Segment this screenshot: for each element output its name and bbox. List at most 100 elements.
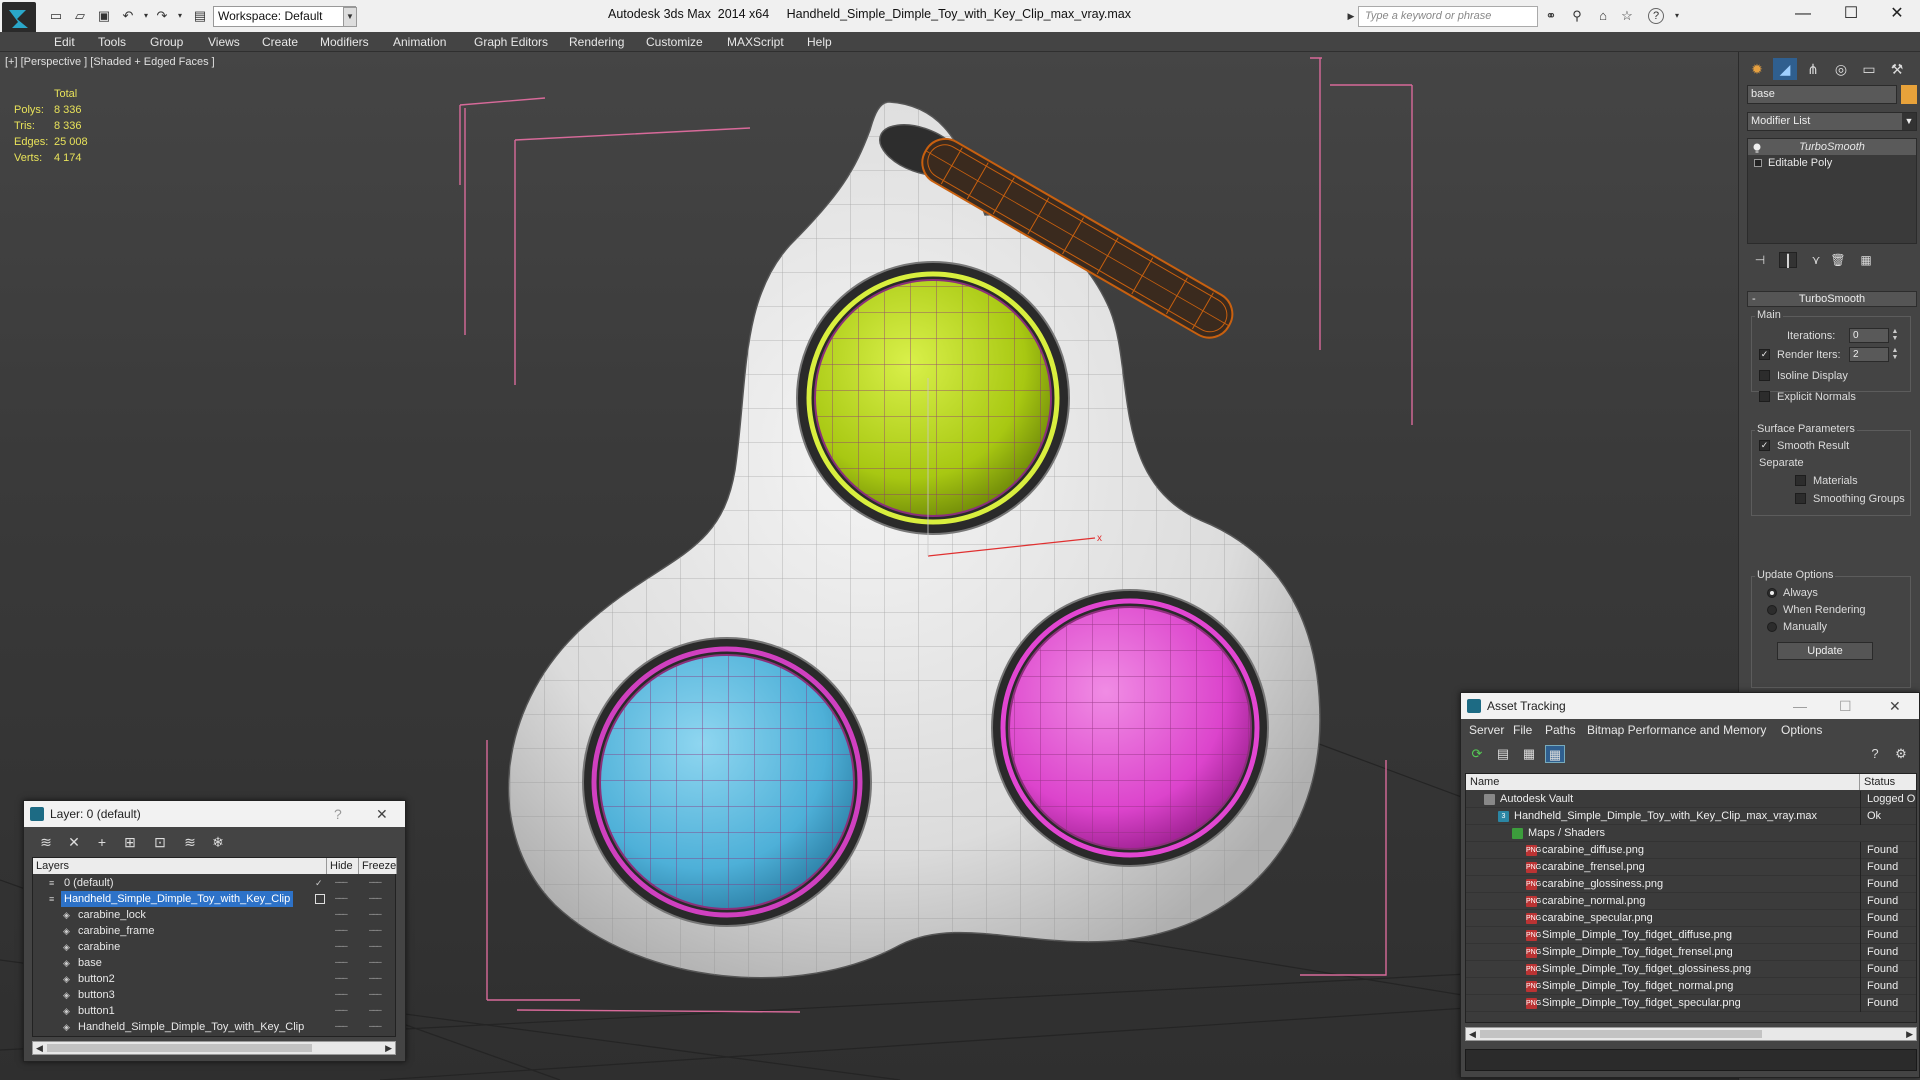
create-layer-icon[interactable]: ≋ xyxy=(36,833,56,851)
settings-icon[interactable]: ⚙ xyxy=(1891,745,1911,763)
new-file-icon[interactable]: ▭ xyxy=(48,9,64,23)
select-objects-icon[interactable]: ⊞ xyxy=(120,833,140,851)
always-radio[interactable] xyxy=(1767,588,1777,598)
column-header-name[interactable]: Name xyxy=(1466,774,1860,790)
menu-animation[interactable]: Animation xyxy=(393,35,446,49)
hide-toggle[interactable]: ––– xyxy=(335,1019,348,1035)
freeze-all-layers-icon[interactable]: ❄ xyxy=(208,833,228,851)
column-header-hide[interactable]: Hide xyxy=(327,858,359,874)
highlight-layer-icon[interactable]: ⊡ xyxy=(150,833,170,851)
smooth-result-checkbox[interactable]: ✓ xyxy=(1759,440,1770,451)
column-header-freeze[interactable]: Freeze xyxy=(359,858,397,874)
hide-all-layers-icon[interactable]: ≋ xyxy=(180,833,200,851)
asset-menu-options[interactable]: Options xyxy=(1781,723,1822,737)
asset-menu-bitmap-performance[interactable]: Bitmap Performance and Memory xyxy=(1587,723,1766,737)
asset-row[interactable]: PNG Simple_Dimple_Toy_fidget_frensel.png F… xyxy=(1466,944,1916,961)
asset-row[interactable]: PNG Simple_Dimple_Toy_fidget_normal.png Fo… xyxy=(1466,978,1916,995)
layer-row[interactable]: ◈ button1 ––– ––– xyxy=(33,1003,395,1019)
update-button[interactable]: Update xyxy=(1777,642,1873,660)
delete-layer-icon[interactable]: ✕ xyxy=(64,833,84,851)
search-input[interactable]: Type a keyword or phrase xyxy=(1358,6,1538,27)
freeze-toggle[interactable]: ––– xyxy=(369,939,382,955)
help-icon[interactable]: ? xyxy=(1648,8,1664,24)
grid-view-icon[interactable]: ▦ xyxy=(1545,745,1565,763)
scroll-left-icon[interactable]: ◀ xyxy=(1469,1028,1476,1040)
explicit-normals-checkbox[interactable] xyxy=(1759,391,1770,402)
current-layer-check-icon[interactable]: ✓ xyxy=(315,878,325,888)
maximize-button[interactable]: ☐ xyxy=(1828,0,1874,30)
asset-row[interactable]: PNG carabine_frensel.png Found xyxy=(1466,859,1916,876)
layer-window-titlebar[interactable]: Layer: 0 (default) ? ✕ xyxy=(24,801,405,827)
help-icon[interactable]: ? xyxy=(1865,745,1885,763)
list-view-icon[interactable]: ▤ xyxy=(1493,745,1513,763)
layer-row[interactable]: ◈ base ––– ––– xyxy=(33,955,395,971)
menu-views[interactable]: Views xyxy=(208,35,240,49)
redo-dropdown-icon[interactable]: ▾ xyxy=(172,9,188,23)
remove-modifier-icon[interactable]: 🗑 xyxy=(1829,252,1847,268)
make-unique-icon[interactable]: ⋎ xyxy=(1807,252,1825,268)
column-header-status[interactable]: Status xyxy=(1860,774,1916,790)
close-icon[interactable]: ✕ xyxy=(1889,693,1901,719)
menu-create[interactable]: Create xyxy=(262,35,298,49)
materials-checkbox[interactable] xyxy=(1795,475,1806,486)
freeze-toggle[interactable]: ––– xyxy=(369,971,382,987)
display-tab-icon[interactable]: ▭ xyxy=(1857,58,1881,80)
freeze-toggle[interactable]: ––– xyxy=(369,1003,382,1019)
communication-center-icon[interactable]: ⌂ xyxy=(1594,8,1612,24)
menu-help[interactable]: Help xyxy=(807,35,832,49)
asset-row[interactable]: PNG Simple_Dimple_Toy_fidget_glossiness.p… xyxy=(1466,961,1916,978)
asset-row[interactable]: PNG Simple_Dimple_Toy_fidget_specular.png… xyxy=(1466,995,1916,1012)
layer-row[interactable]: ◈ button3 ––– ––– xyxy=(33,987,395,1003)
minimize-button[interactable]: — xyxy=(1793,693,1807,719)
asset-row[interactable]: PNG carabine_specular.png Found xyxy=(1466,910,1916,927)
quick-access-dropdown-icon[interactable]: ▼ xyxy=(343,7,357,27)
hide-toggle[interactable]: ––– xyxy=(335,955,348,971)
iterations-spinner[interactable]: 0 xyxy=(1849,328,1889,343)
layer-row[interactable]: ◈ carabine ––– ––– xyxy=(33,939,395,955)
menu-group[interactable]: Group xyxy=(150,35,183,49)
menu-customize[interactable]: Customize xyxy=(646,35,703,49)
close-icon[interactable]: ✕ xyxy=(376,801,388,827)
scroll-left-icon[interactable]: ◀ xyxy=(36,1042,43,1054)
menu-maxscript[interactable]: MAXScript xyxy=(727,35,784,49)
horizontal-scrollbar[interactable]: ◀ ▶ xyxy=(1465,1027,1917,1041)
scrollbar-thumb[interactable] xyxy=(47,1044,312,1052)
layer-row[interactable]: ◈ carabine_lock ––– ––– xyxy=(33,907,395,923)
hierarchy-tab-icon[interactable]: ⋔ xyxy=(1801,58,1825,80)
hide-toggle[interactable]: ––– xyxy=(335,971,348,987)
lightbulb-icon[interactable] xyxy=(1753,142,1761,153)
save-file-icon[interactable]: ▣ xyxy=(96,9,112,23)
asset-menu-paths[interactable]: Paths xyxy=(1545,723,1576,737)
layer-row[interactable]: ≡ 0 (default) ✓ ––– ––– xyxy=(33,875,395,891)
menu-edit[interactable]: Edit xyxy=(54,35,75,49)
hide-toggle[interactable]: ––– xyxy=(335,939,348,955)
pin-stack-icon[interactable]: ⊣ xyxy=(1751,252,1769,268)
render-iters-spinner[interactable]: 2 xyxy=(1849,347,1889,362)
motion-tab-icon[interactable]: ◎ xyxy=(1829,58,1853,80)
set-current-layer-icon[interactable] xyxy=(315,894,325,904)
layer-row[interactable]: ◈ carabine_frame ––– ––– xyxy=(33,923,395,939)
layer-row[interactable]: ◈ Handheld_Simple_Dimple_Toy_with_Key_Cli… xyxy=(33,1019,395,1035)
asset-row[interactable]: Autodesk Vault Logged O xyxy=(1466,791,1916,808)
refresh-icon[interactable]: ⟳ xyxy=(1467,745,1487,763)
add-to-layer-icon[interactable]: + xyxy=(92,833,112,851)
asset-row[interactable]: PNG carabine_normal.png Found xyxy=(1466,893,1916,910)
object-color-swatch[interactable] xyxy=(1901,85,1917,104)
utilities-tab-icon[interactable]: ⚒ xyxy=(1885,58,1909,80)
asset-row[interactable]: PNG carabine_diffuse.png Found xyxy=(1466,842,1916,859)
hide-toggle[interactable]: ––– xyxy=(335,891,348,907)
render-iters-checkbox[interactable]: ✓ xyxy=(1759,349,1770,360)
asset-row[interactable]: 3 Handheld_Simple_Dimple_Toy_with_Key_Cli… xyxy=(1466,808,1916,825)
freeze-toggle[interactable]: ––– xyxy=(369,875,382,891)
hide-toggle[interactable]: ––– xyxy=(335,923,348,939)
asset-window-titlebar[interactable]: Asset Tracking — ☐ ✕ xyxy=(1461,693,1919,719)
help-icon[interactable]: ? xyxy=(334,801,342,827)
freeze-toggle[interactable]: ––– xyxy=(369,891,382,907)
isoline-checkbox[interactable] xyxy=(1759,370,1770,381)
search-icon[interactable]: ⚲ xyxy=(1568,8,1586,24)
expand-plus-icon[interactable] xyxy=(1754,159,1762,167)
freeze-toggle[interactable]: ––– xyxy=(369,987,382,1003)
turbosmooth-rollout-header[interactable]: - TurboSmooth xyxy=(1747,291,1917,307)
undo-dropdown-icon[interactable]: ▾ xyxy=(138,9,154,23)
asset-menu-file[interactable]: File xyxy=(1513,723,1532,737)
